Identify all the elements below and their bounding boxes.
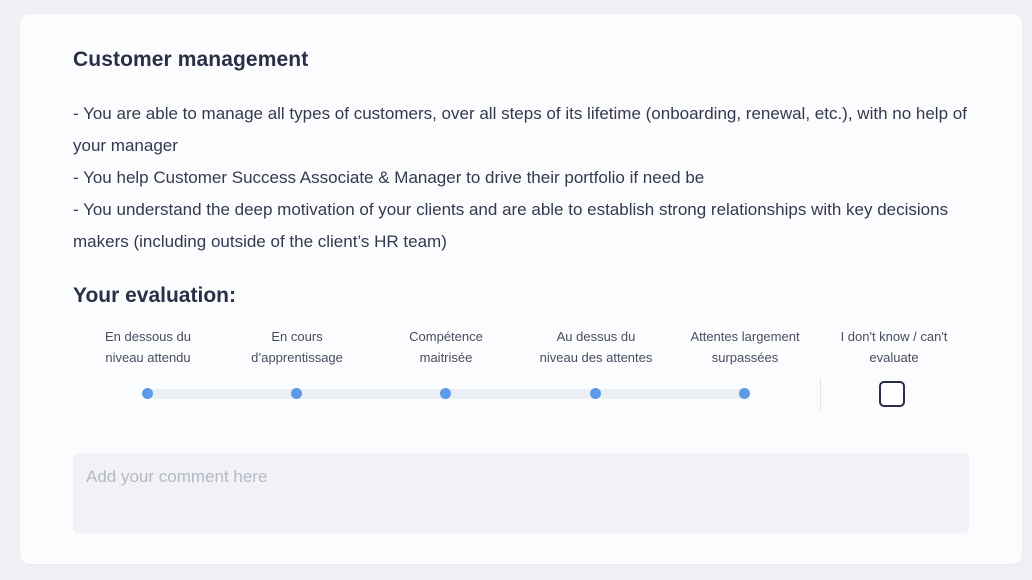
comment-input[interactable] xyxy=(73,453,969,533)
description-line: - You are able to manage all types of cu… xyxy=(73,104,967,155)
evaluation-card: Customer management - You are able to ma… xyxy=(20,14,1022,564)
divider xyxy=(820,378,821,410)
level-label-learning: En cours d’apprentissage xyxy=(251,329,343,365)
level-label-exceeded: Attentes largement surpassées xyxy=(690,329,800,365)
unknown-checkbox[interactable] xyxy=(879,381,905,407)
level-label-above-expected: Au dessus du niveau des attentes xyxy=(539,329,653,365)
level-option-3[interactable] xyxy=(440,388,451,399)
section-title: Customer management xyxy=(73,48,309,71)
level-option-1[interactable] xyxy=(142,388,153,399)
level-option-5[interactable] xyxy=(739,388,750,399)
description-line: - You help Customer Success Associate & … xyxy=(73,168,705,187)
evaluation-title: Your evaluation: xyxy=(73,284,236,307)
level-label-mastered: Compétence maitrisée xyxy=(409,329,483,365)
description-line: - You understand the deep motivation of … xyxy=(73,200,949,251)
level-option-2[interactable] xyxy=(291,388,302,399)
level-label-below-expected: En dessous du niveau attendu xyxy=(104,329,191,365)
level-option-4[interactable] xyxy=(590,388,601,399)
level-label-unknown: I don't know / can't evaluate xyxy=(840,329,948,365)
section-description: - You are able to manage all types of cu… xyxy=(73,98,973,258)
